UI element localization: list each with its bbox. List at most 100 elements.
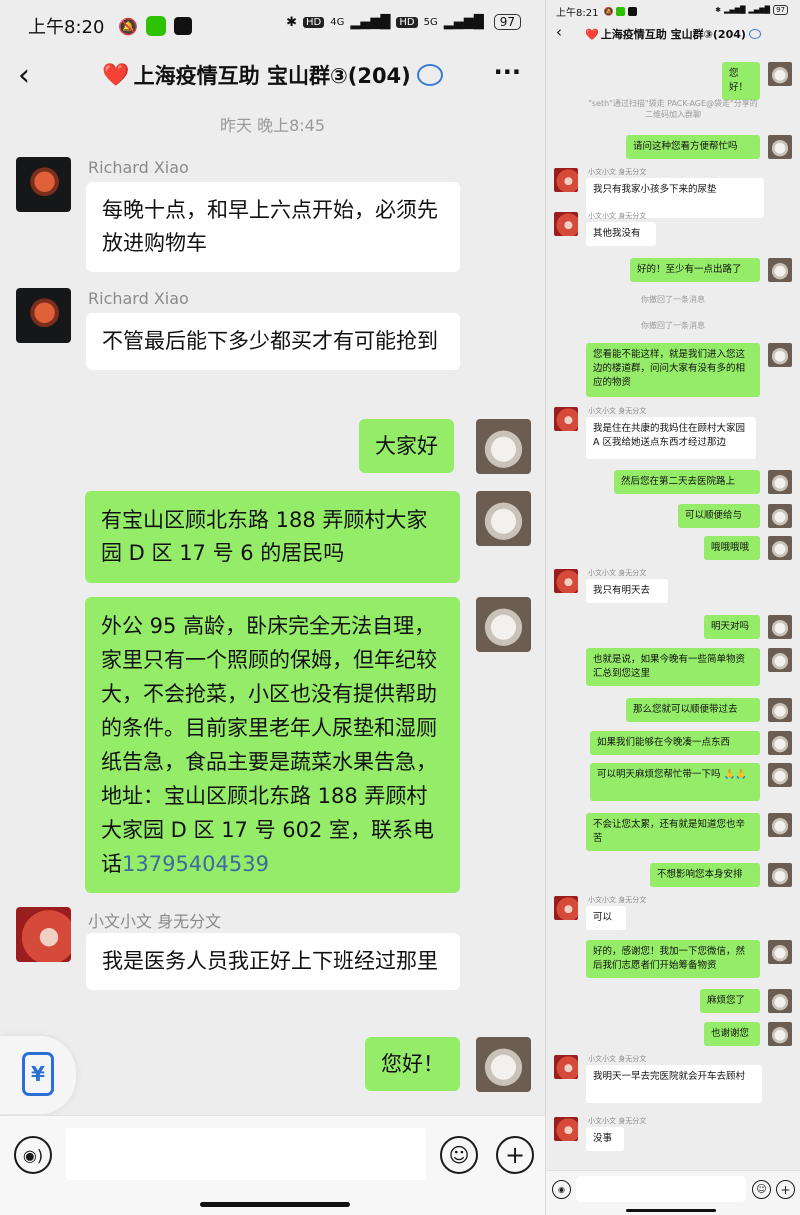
message-bubble[interactable]: 也就是说，如果今晚有一些简单物资汇总到您这里 [586, 648, 760, 686]
status-bar: 上午8:21 🔕 ✱ ▂▄▆█ ▂▄▆█ 97 [546, 0, 800, 22]
chat-title: 上海疫情互助 宝山群③(204) [600, 28, 746, 41]
avatar[interactable] [768, 504, 792, 528]
heart-icon: ❤️ [585, 27, 599, 41]
back-arrow-icon[interactable]: ‹ [18, 58, 30, 93]
plus-icon[interactable]: + [776, 1180, 795, 1199]
avatar[interactable] [476, 491, 531, 546]
message-bubble[interactable]: 不想影响您本身安排 [650, 863, 760, 887]
avatar[interactable] [768, 135, 792, 159]
floating-transfer-widget[interactable]: ¥ [0, 1036, 76, 1114]
status-time: 上午8:20 [28, 17, 105, 38]
message-bubble[interactable]: 您好！ [365, 1037, 460, 1091]
message-bubble[interactable]: 其他我没有 [586, 222, 656, 246]
bluetooth-icon: ✱ [715, 6, 721, 14]
battery-indicator: 97 [773, 5, 788, 15]
left-chat-screen: 上午8:20 🔕 ✱ HD 4G ▂▄▆█ HD 5G ▂▄▆█ 97 ‹ ❤️… [0, 0, 545, 1215]
system-notice: 你撤回了一条消息 [641, 295, 705, 304]
message-bubble[interactable]: 每晚十点，和早上六点开始，必须先放进购物车 [86, 182, 460, 272]
message-bubble[interactable]: 不管最后能下多少都买才有可能抢到 [86, 313, 460, 370]
voice-icon[interactable]: ◉ [552, 1180, 571, 1199]
avatar[interactable] [476, 597, 531, 652]
avatar[interactable] [476, 1037, 531, 1092]
wechat-icon [146, 16, 167, 36]
avatar[interactable] [554, 569, 578, 593]
avatar[interactable] [768, 258, 792, 282]
back-arrow-icon[interactable]: ‹ [556, 23, 562, 41]
message-bubble[interactable]: 明天对吗 [704, 615, 760, 639]
message-bubble[interactable]: 那么您就可以顺便带过去 [626, 698, 760, 722]
avatar[interactable] [554, 1117, 578, 1141]
mute-icon: 🔕 [118, 16, 139, 36]
voice-icon[interactable]: ◉) [14, 1136, 52, 1174]
message-bubble[interactable]: 外公 95 高龄，卧床完全无法自理，家里只有一个照顾的保姆，但年纪较大，不会抢菜… [85, 597, 460, 893]
plus-icon[interactable]: + [496, 1136, 534, 1174]
emoji-icon[interactable]: ☺ [440, 1136, 478, 1174]
home-indicator [626, 1209, 716, 1212]
message-bubble[interactable]: 大家好 [359, 419, 454, 473]
message-bubble[interactable]: 哦哦哦哦 [704, 536, 760, 560]
avatar[interactable] [768, 536, 792, 560]
avatar[interactable] [768, 940, 792, 964]
ai-assistant-icon[interactable] [748, 29, 761, 39]
message-bubble[interactable]: 请问这种您看方便帮忙吗 [626, 135, 760, 159]
message-bubble[interactable]: 有宝山区顾北东路 188 弄顾村大家园 D 区 17 号 6 的居民吗 [85, 491, 460, 583]
message-bubble[interactable]: 不会让您太累，还有就是知道您也辛苦 [586, 813, 760, 851]
phone-link[interactable]: 13795404539 [122, 852, 269, 876]
ai-assistant-icon[interactable] [416, 64, 443, 86]
avatar[interactable] [554, 168, 578, 192]
signal-icon: ▂▄▆█ [723, 6, 746, 14]
avatar[interactable] [768, 763, 792, 787]
status-bar: 上午8:20 🔕 ✱ HD 4G ▂▄▆█ HD 5G ▂▄▆█ 97 [0, 0, 545, 52]
message-bubble[interactable]: 好的，感谢您！我加一下您微信，然后我们志愿者们开始筹备物资 [586, 940, 760, 978]
wechat-icon [616, 6, 626, 16]
message-bubble[interactable]: 您看能不能这样，就是我们进入您这边的楼道群，问问大家有没有多的相应的物资 [586, 343, 760, 397]
message-bubble[interactable]: 可以明天麻烦您帮忙带一下吗 🙏🙏 [590, 763, 760, 801]
message-input[interactable] [576, 1176, 746, 1202]
avatar[interactable] [16, 288, 71, 343]
message-input[interactable] [66, 1128, 426, 1180]
message-bubble[interactable]: 然后您在第二天去医院路上 [614, 470, 760, 494]
avatar[interactable] [554, 212, 578, 236]
avatar[interactable] [16, 157, 71, 212]
message-bubble[interactable]: 好的！至少有一点出路了 [630, 258, 760, 282]
sender-name: 小文小文 身无分文 [588, 1117, 647, 1125]
system-notice: 你撤回了一条消息 [641, 321, 705, 330]
more-icon[interactable]: ··· [494, 58, 521, 86]
message-bubble[interactable]: 可以 [586, 906, 626, 930]
net-label-2: 5G [423, 16, 438, 28]
sender-name: Richard Xiao [88, 158, 189, 177]
tiktok-icon [174, 17, 193, 35]
message-bubble[interactable]: 您好！ [722, 62, 760, 100]
avatar[interactable] [554, 896, 578, 920]
avatar[interactable] [768, 62, 792, 86]
avatar[interactable] [768, 470, 792, 494]
chat-title: 上海疫情互助 宝山群③(204) [133, 64, 411, 88]
avatar[interactable] [768, 863, 792, 887]
message-bubble[interactable]: 我明天一早去完医院就会开车去顾村 [586, 1065, 762, 1103]
avatar[interactable] [476, 419, 531, 474]
message-bubble[interactable]: 也谢谢您 [704, 1022, 760, 1046]
message-bubble[interactable]: 如果我们能够在今晚凑一点东西 [590, 731, 760, 755]
sender-name: 小文小文 身无分文 [588, 569, 647, 577]
input-bar: ◉) ☺ + [0, 1115, 545, 1215]
avatar[interactable] [768, 615, 792, 639]
message-bubble[interactable]: 麻烦您了 [700, 989, 760, 1013]
emoji-icon[interactable]: ☺ [752, 1180, 771, 1199]
message-bubble[interactable]: 可以顺便给与 [678, 504, 760, 528]
avatar[interactable] [554, 407, 578, 431]
avatar[interactable] [768, 989, 792, 1013]
hd-badge-2: HD [396, 16, 418, 28]
avatar[interactable] [16, 907, 71, 962]
avatar[interactable] [768, 731, 792, 755]
message-bubble[interactable]: 我只有明天去 [586, 579, 668, 603]
avatar[interactable] [554, 1055, 578, 1079]
message-bubble[interactable]: 没事 [586, 1127, 624, 1151]
chat-header: ‹ ❤️ 上海疫情互助 宝山群③(204) [546, 22, 800, 46]
message-bubble[interactable]: 我是住在共康的我妈住在顾村大家园 A 区我给她送点东西才经过那边 [586, 417, 756, 459]
avatar[interactable] [768, 648, 792, 672]
avatar[interactable] [768, 813, 792, 837]
message-bubble[interactable]: 我是医务人员我正好上下班经过那里 [86, 933, 460, 990]
avatar[interactable] [768, 698, 792, 722]
avatar[interactable] [768, 1022, 792, 1046]
avatar[interactable] [768, 343, 792, 367]
